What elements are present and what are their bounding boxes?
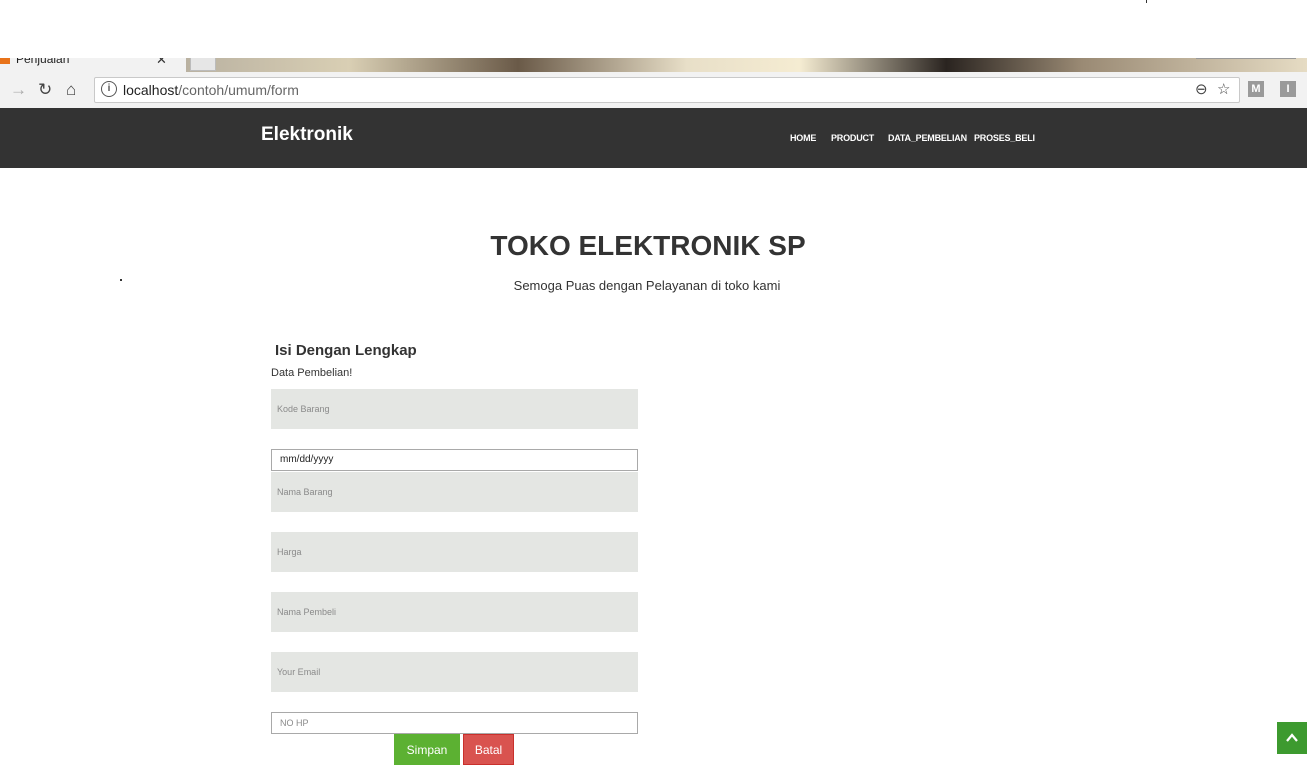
site-brand[interactable]: Elektronik xyxy=(261,124,353,146)
extension-i-icon[interactable]: I xyxy=(1280,81,1296,97)
bookmark-star-icon[interactable]: ☆ xyxy=(1217,80,1230,98)
window-controls[interactable] xyxy=(1196,58,1296,67)
browser-toolbar: → ↻ ⌂ i localhost/contoh/umum/form ⊖ ☆ M… xyxy=(0,72,1307,109)
tabstrip-theme-background xyxy=(180,58,1307,72)
chevron-up-icon xyxy=(1286,733,1298,742)
site-info-icon[interactable]: i xyxy=(101,81,117,97)
nav-home[interactable]: HOME xyxy=(790,133,816,143)
page-subtitle: Semoga Puas dengan Pelayanan di toko kam… xyxy=(513,278,781,293)
url-text: localhost/contoh/umum/form xyxy=(123,82,299,98)
favicon-icon xyxy=(0,58,10,64)
cursor-mark xyxy=(1146,0,1147,3)
save-button[interactable]: Simpan xyxy=(394,734,460,765)
new-tab-button[interactable] xyxy=(190,58,216,71)
browser-tabstrip: Penjualan ✕ xyxy=(0,0,1307,72)
form-subheading: Data Pembelian! xyxy=(271,367,353,379)
forward-arrow-icon[interactable]: → xyxy=(10,80,27,100)
site-navbar: Elektronik HOME PRODUCT DATA_PEMBELIAN P… xyxy=(0,108,1307,168)
nav-data-pembelian[interactable]: DATA_PEMBELIAN xyxy=(888,133,967,143)
stray-dot xyxy=(120,279,122,281)
date-input[interactable]: mm/dd/yyyy xyxy=(271,449,638,471)
browser-tab[interactable]: Penjualan ✕ xyxy=(0,58,186,72)
cancel-button[interactable]: Batal xyxy=(463,734,514,765)
nav-product[interactable]: PRODUCT xyxy=(831,133,874,143)
address-bar[interactable]: i localhost/contoh/umum/form ⊖ ☆ xyxy=(94,77,1240,103)
nama-barang-input[interactable] xyxy=(271,472,638,512)
scroll-top-button[interactable] xyxy=(1277,722,1307,754)
kode-barang-input[interactable] xyxy=(271,389,638,429)
tab-close-icon[interactable]: ✕ xyxy=(156,58,167,68)
url-host: localhost xyxy=(123,82,179,98)
no-hp-input[interactable] xyxy=(271,712,638,734)
nav-proses-beli[interactable]: PROSES_BELI xyxy=(974,133,1035,143)
tab-title: Penjualan xyxy=(16,58,70,66)
nama-pembeli-input[interactable] xyxy=(271,592,638,632)
url-path: /contoh/umum/form xyxy=(178,82,299,98)
page-title: TOKO ELEKTRONIK SP xyxy=(490,230,806,261)
extension-m-icon[interactable]: M xyxy=(1248,81,1264,97)
form-heading: Isi Dengan Lengkap xyxy=(275,342,417,359)
reload-icon[interactable]: ↻ xyxy=(38,80,52,100)
email-input[interactable] xyxy=(271,652,638,692)
home-icon[interactable]: ⌂ xyxy=(66,80,76,100)
zoom-icon[interactable]: ⊖ xyxy=(1195,80,1208,98)
harga-input[interactable] xyxy=(271,532,638,572)
